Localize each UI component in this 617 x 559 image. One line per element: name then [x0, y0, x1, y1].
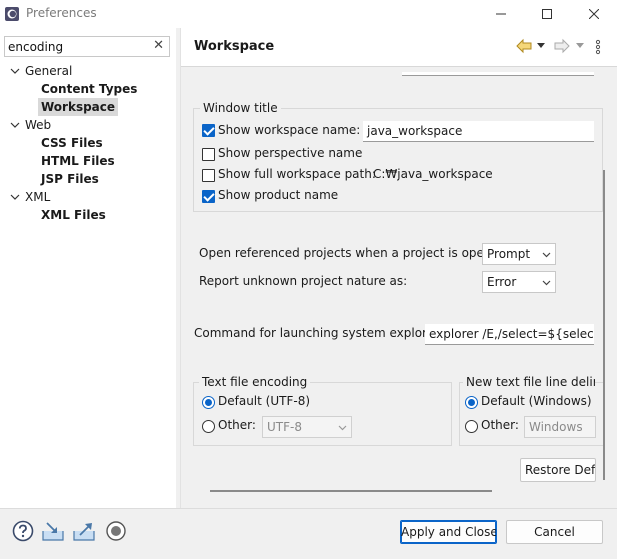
encoding-other-select[interactable]: UTF-8 — [262, 416, 352, 438]
encoding-other-label: Other: — [218, 418, 256, 432]
open-referenced-select[interactable]: Prompt — [482, 243, 556, 265]
chevron-down-icon[interactable] — [10, 192, 20, 202]
encoding-default-label: Default (UTF-8) — [218, 394, 311, 408]
open-referenced-label: Open referenced projects when a project … — [199, 246, 511, 260]
tree-item-html-files[interactable]: HTML Files — [41, 152, 115, 170]
forward-icon[interactable] — [553, 38, 571, 54]
vertical-scrollbar[interactable] — [603, 170, 605, 480]
open-referenced-value: Prompt — [487, 247, 531, 261]
delimiter-other-radio[interactable] — [465, 420, 478, 433]
tree-item-xml-files[interactable]: XML Files — [41, 206, 106, 224]
tree-item-xml[interactable]: XML — [25, 188, 50, 206]
filter-box: ✕ — [4, 36, 170, 57]
tree-item-workspace[interactable]: Workspace — [38, 98, 119, 116]
show-perspective-name-checkbox[interactable] — [202, 148, 215, 161]
text-encoding-group-label: Text file encoding — [199, 375, 311, 389]
tree-item-general[interactable]: General — [25, 62, 72, 80]
eclipse-app-icon — [5, 7, 19, 21]
delimiter-other-value: Windows — [529, 420, 583, 434]
header-divider — [181, 66, 617, 67]
workspace-name-field[interactable]: java_workspace — [363, 121, 594, 142]
show-workspace-name-label: Show workspace name: — [218, 123, 361, 137]
chevron-down-icon — [338, 425, 347, 431]
delimiter-default-label: Default (Windows) — [481, 394, 592, 408]
show-product-name-label: Show product name — [218, 188, 339, 202]
apply-and-close-button[interactable]: Apply and Close — [400, 520, 497, 544]
export-icon[interactable] — [73, 520, 95, 542]
show-workspace-name-checkbox[interactable] — [202, 124, 215, 137]
encoding-other-value: UTF-8 — [267, 420, 302, 434]
report-unknown-label: Report unknown project nature as: — [199, 274, 408, 288]
window-title: Preferences — [26, 6, 97, 20]
system-explorer-label: Command for launching system explorer: — [194, 326, 443, 340]
import-icon[interactable] — [42, 520, 64, 542]
chevron-down-icon[interactable] — [10, 66, 20, 76]
tree-item-jsp-files[interactable]: JSP Files — [41, 170, 99, 188]
cancel-button[interactable]: Cancel — [506, 520, 603, 544]
chevron-down-icon[interactable] — [10, 120, 20, 130]
tree-item-web[interactable]: Web — [25, 116, 51, 134]
close-icon — [589, 9, 599, 19]
filter-input[interactable] — [8, 38, 148, 55]
chevron-down-icon — [542, 280, 551, 286]
show-full-path-label: Show full workspace path: — [218, 167, 376, 181]
maximize-button[interactable] — [524, 0, 570, 28]
page-title: Workspace — [194, 39, 275, 54]
delimiter-other-select[interactable]: Windows — [524, 416, 596, 438]
encoding-other-radio[interactable] — [202, 420, 215, 433]
menu-icon[interactable] — [595, 39, 601, 55]
full-workspace-path-value: C:₩java_workspace — [373, 167, 493, 181]
delimiter-default-radio[interactable] — [465, 396, 478, 409]
encoding-default-radio[interactable] — [202, 396, 215, 409]
show-full-path-checkbox[interactable] — [202, 169, 215, 182]
report-unknown-select[interactable]: Error — [482, 271, 556, 293]
bottom-divider — [0, 508, 617, 509]
close-button[interactable] — [571, 0, 617, 28]
chevron-down-icon — [542, 252, 551, 258]
clear-filter-icon[interactable]: ✕ — [153, 38, 164, 53]
minimize-button[interactable] — [478, 0, 524, 28]
tree-item-css-files[interactable]: CSS Files — [41, 134, 103, 152]
forward-dropdown-icon[interactable] — [576, 43, 584, 49]
back-dropdown-icon[interactable] — [537, 43, 545, 49]
horizontal-scrollbar[interactable] — [210, 490, 492, 492]
show-product-name-checkbox[interactable] — [202, 190, 215, 203]
back-icon[interactable] — [515, 38, 533, 54]
window-title-group-label: Window title — [200, 101, 281, 115]
line-delimiter-group-label: New text file line delimi — [463, 375, 595, 389]
system-explorer-field[interactable]: explorer /E,/select=${selected_ — [425, 324, 594, 345]
minimize-icon — [496, 13, 506, 15]
delimiter-other-label: Other: — [481, 418, 519, 432]
restore-defaults-button[interactable]: Restore Defa — [520, 458, 596, 482]
maximize-icon — [542, 9, 552, 19]
show-perspective-name-label: Show perspective name — [218, 146, 363, 160]
partially-visible-field — [402, 72, 594, 76]
report-unknown-value: Error — [487, 275, 517, 289]
record-icon[interactable] — [105, 520, 127, 542]
tree-item-content-types[interactable]: Content Types — [41, 80, 137, 98]
help-icon[interactable] — [12, 520, 34, 542]
